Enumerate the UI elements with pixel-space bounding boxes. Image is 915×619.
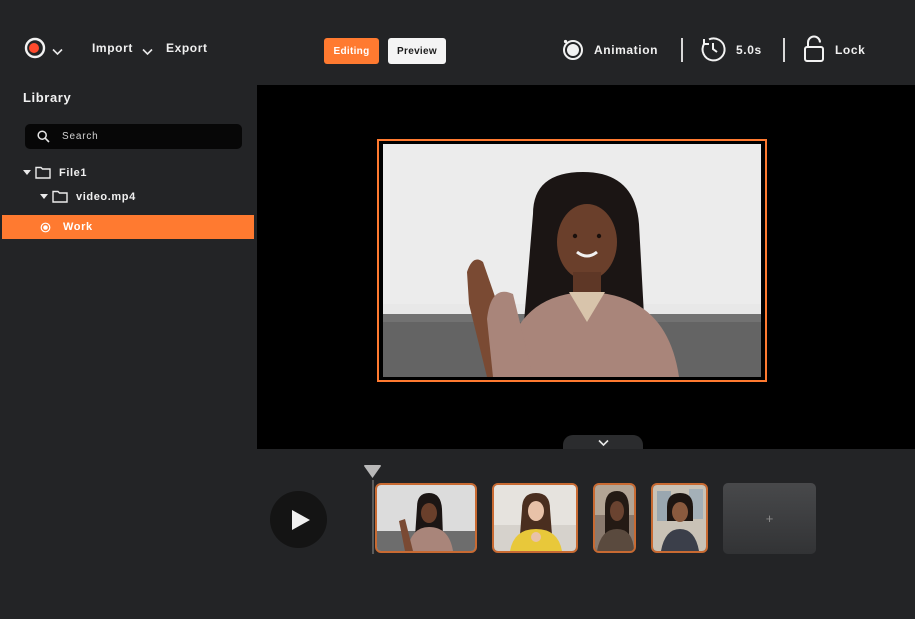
search-icon xyxy=(37,130,50,143)
play-button[interactable] xyxy=(270,491,327,548)
radio-dot-icon xyxy=(40,222,51,233)
folder-icon xyxy=(35,166,51,179)
search-input[interactable] xyxy=(62,131,222,142)
top-bar xyxy=(0,0,915,85)
tree-folder-file1[interactable]: File1 xyxy=(23,166,87,179)
animation-tool[interactable]: Animation xyxy=(561,36,658,64)
timeline-clip[interactable] xyxy=(651,483,708,553)
app-logo-icon[interactable] xyxy=(24,37,46,59)
app-menu-chevron-down-icon[interactable] xyxy=(52,43,63,61)
import-chevron-down-icon[interactable] xyxy=(142,43,153,61)
duration-tool[interactable]: 5.0s xyxy=(699,36,762,64)
lock-icon xyxy=(802,35,826,66)
timer-icon xyxy=(699,35,727,66)
tree-item-label: Work xyxy=(63,221,93,233)
library-search[interactable] xyxy=(25,124,242,149)
import-menu[interactable]: Import xyxy=(92,41,133,55)
library-title: Library xyxy=(23,90,72,105)
lock-label: Lock xyxy=(835,43,866,57)
tree-subfolder-label: video.mp4 xyxy=(76,190,136,203)
toolbar-divider xyxy=(783,38,785,62)
duration-label: 5.0s xyxy=(736,43,762,57)
preview-mode-button[interactable]: Preview xyxy=(388,38,446,64)
toolbar-divider xyxy=(681,38,683,62)
timeline-clip[interactable] xyxy=(375,483,477,553)
tree-folder-label: File1 xyxy=(59,166,88,179)
play-icon xyxy=(291,509,311,531)
caret-down-icon[interactable] xyxy=(23,170,31,175)
animation-label: Animation xyxy=(594,43,659,57)
timeline-clip[interactable] xyxy=(593,483,636,553)
add-clip-label: + xyxy=(765,511,774,526)
tree-folder-video[interactable]: video.mp4 xyxy=(40,190,136,203)
folder-icon xyxy=(52,190,68,203)
selected-video-frame[interactable] xyxy=(377,139,767,382)
add-clip-button[interactable]: + xyxy=(723,483,816,554)
editing-mode-button[interactable]: Editing xyxy=(324,38,379,64)
tree-item-work[interactable]: Work xyxy=(2,215,254,239)
playhead-line xyxy=(372,480,374,554)
timeline-panel xyxy=(257,449,915,619)
timeline-clip[interactable] xyxy=(492,483,578,553)
video-preview-image xyxy=(383,144,761,377)
caret-down-icon[interactable] xyxy=(40,194,48,199)
animation-icon xyxy=(561,37,585,64)
chevron-down-icon[interactable] xyxy=(597,439,609,447)
lock-tool[interactable]: Lock xyxy=(802,35,866,66)
export-menu[interactable]: Export xyxy=(166,41,208,55)
